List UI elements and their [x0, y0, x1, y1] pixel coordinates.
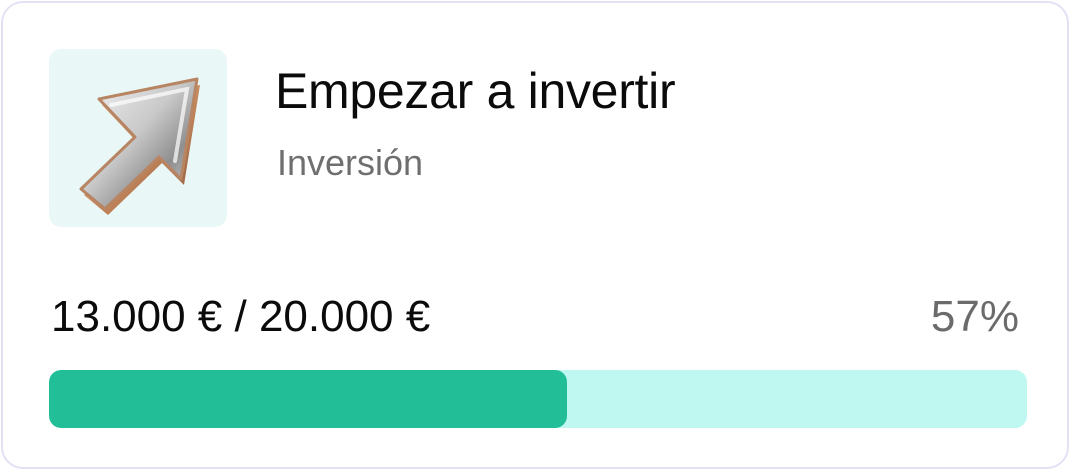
goal-category: Inversión	[277, 142, 424, 183]
goal-percent: 57%	[930, 292, 1019, 341]
goal-title: Empezar a invertir	[275, 63, 676, 119]
goal-card[interactable]: Empezar a invertir Inversión 13.000 € / …	[1, 1, 1069, 469]
goal-amount: 13.000 € / 20.000 €	[51, 292, 431, 341]
goal-progress-bar	[49, 370, 1027, 428]
arrow-up-right-icon	[79, 77, 200, 215]
goal-progress-fill	[49, 370, 568, 428]
goal-icon-tile	[49, 49, 227, 227]
